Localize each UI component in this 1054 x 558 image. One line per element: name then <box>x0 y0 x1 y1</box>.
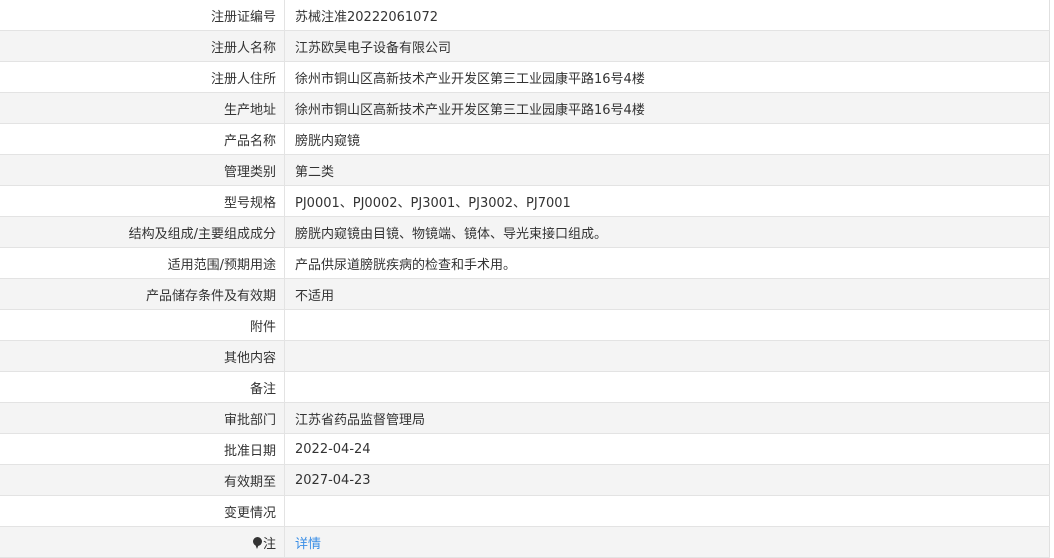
table-row: 批准日期 2022-04-24 <box>0 433 1050 465</box>
field-label-intended-use: 适用范围/预期用途 <box>0 247 285 279</box>
field-label-valid-until: 有效期至 <box>0 464 285 496</box>
registration-detail-table: 注册证编号 苏械注准20222061072 注册人名称 江苏欧昊电子设备有限公司… <box>0 0 1050 558</box>
field-value-production-address: 徐州市铜山区高新技术产业开发区第三工业园康平路16号4楼 <box>284 92 1050 124</box>
table-row: 附件 <box>0 309 1050 341</box>
note-label-cell: 注 <box>0 526 285 558</box>
table-row: 变更情况 <box>0 495 1050 527</box>
details-link[interactable]: 详情 <box>295 537 321 552</box>
table-row: 注册证编号 苏械注准20222061072 <box>0 0 1050 31</box>
field-value-registration-number: 苏械注准20222061072 <box>284 0 1050 31</box>
field-value-registrant-address: 徐州市铜山区高新技术产业开发区第三工业园康平路16号4楼 <box>284 61 1050 93</box>
note-value-cell: 详情 <box>284 526 1050 558</box>
field-label-other-content: 其他内容 <box>0 340 285 372</box>
table-row: 管理类别 第二类 <box>0 154 1050 186</box>
field-value-product-name: 膀胱内窥镜 <box>284 123 1050 155</box>
field-value-change-history <box>284 495 1050 527</box>
pin-icon <box>252 536 262 550</box>
field-value-management-category: 第二类 <box>284 154 1050 186</box>
field-label-approval-department: 审批部门 <box>0 402 285 434</box>
table-row: 结构及组成/主要组成成分 膀胱内窥镜由目镜、物镜端、镜体、导光束接口组成。 <box>0 216 1050 248</box>
field-label-storage-validity: 产品储存条件及有效期 <box>0 278 285 310</box>
field-label-registrant-address: 注册人住所 <box>0 61 285 93</box>
table-row: 产品名称 膀胱内窥镜 <box>0 123 1050 155</box>
table-row: 注册人住所 徐州市铜山区高新技术产业开发区第三工业园康平路16号4楼 <box>0 61 1050 93</box>
field-value-remarks <box>284 371 1050 403</box>
field-value-approval-department: 江苏省药品监督管理局 <box>284 402 1050 434</box>
table-row: 备注 <box>0 371 1050 403</box>
table-row: 注册人名称 江苏欧昊电子设备有限公司 <box>0 30 1050 62</box>
table-row: 适用范围/预期用途 产品供尿道膀胱疾病的检查和手术用。 <box>0 247 1050 279</box>
field-value-structure-composition: 膀胱内窥镜由目镜、物镜端、镜体、导光束接口组成。 <box>284 216 1050 248</box>
table-row: 其他内容 <box>0 340 1050 372</box>
table-row: 注 详情 <box>0 526 1050 558</box>
field-value-approval-date: 2022-04-24 <box>284 433 1050 465</box>
table-row: 审批部门 江苏省药品监督管理局 <box>0 402 1050 434</box>
note-label: 注 <box>262 536 276 552</box>
field-label-management-category: 管理类别 <box>0 154 285 186</box>
field-label-product-name: 产品名称 <box>0 123 285 155</box>
field-label-structure-composition: 结构及组成/主要组成成分 <box>0 216 285 248</box>
field-value-attachments <box>284 309 1050 341</box>
table-row: 有效期至 2027-04-23 <box>0 464 1050 496</box>
field-label-model-spec: 型号规格 <box>0 185 285 217</box>
field-label-approval-date: 批准日期 <box>0 433 285 465</box>
table-row: 产品储存条件及有效期 不适用 <box>0 278 1050 310</box>
field-label-production-address: 生产地址 <box>0 92 285 124</box>
table-row: 型号规格 PJ0001、PJ0002、PJ3001、PJ3002、PJ7001 <box>0 185 1050 217</box>
field-label-change-history: 变更情况 <box>0 495 285 527</box>
field-value-intended-use: 产品供尿道膀胱疾病的检查和手术用。 <box>284 247 1050 279</box>
field-value-registrant-name: 江苏欧昊电子设备有限公司 <box>284 30 1050 62</box>
field-value-storage-validity: 不适用 <box>284 278 1050 310</box>
field-value-model-spec: PJ0001、PJ0002、PJ3001、PJ3002、PJ7001 <box>284 185 1050 217</box>
field-label-attachments: 附件 <box>0 309 285 341</box>
field-value-other-content <box>284 340 1050 372</box>
field-label-registrant-name: 注册人名称 <box>0 30 285 62</box>
field-label-remarks: 备注 <box>0 371 285 403</box>
field-label-registration-number: 注册证编号 <box>0 0 285 31</box>
table-row: 生产地址 徐州市铜山区高新技术产业开发区第三工业园康平路16号4楼 <box>0 92 1050 124</box>
field-value-valid-until: 2027-04-23 <box>284 464 1050 496</box>
